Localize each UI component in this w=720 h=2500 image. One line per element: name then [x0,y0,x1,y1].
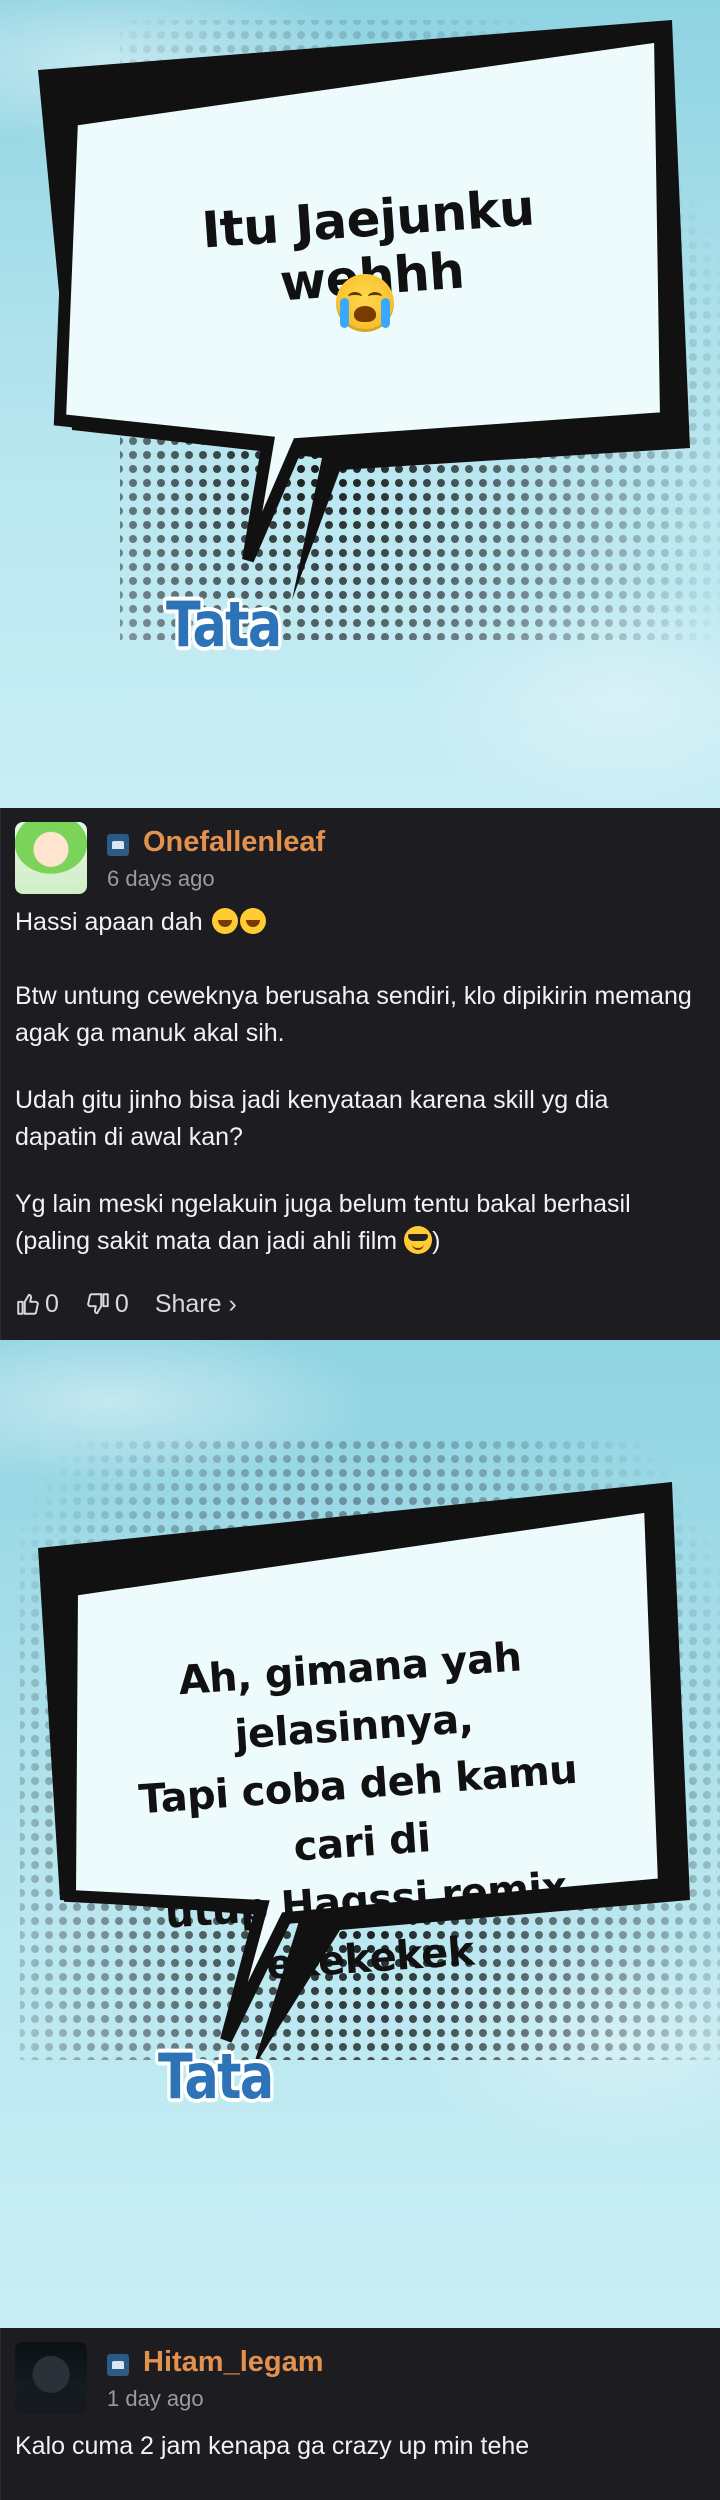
thumbs-down-icon [87,1293,109,1315]
speech-bubble-top [38,20,720,640]
sunglasses-emoji-icon [404,1226,433,1254]
signature-tata: Tata [158,2040,274,2113]
like-count: 0 [45,1289,59,1318]
comic-panel-top: Itu Jaejunku wehhh Tata [0,0,720,808]
comment-card: Onefallenleaf 6 days ago Hassi apaan dah… [0,808,720,1340]
paragraph-end: ) [432,1227,441,1255]
comment-paragraph: Hassi apaan dah [15,904,695,941]
paragraph-text: Hassi apaan dah [15,908,203,936]
comment-timestamp: 1 day ago [107,2386,204,2411]
comment-actions: 0 0 Share › [15,1284,263,1324]
level-badge-icon [107,834,129,856]
comment-paragraph: Udah gitu jinho bisa jadi kenyataan kare… [15,1086,609,1151]
dislike-count: 0 [114,1289,129,1318]
rofl-emoji-icon [211,908,238,934]
comment-paragraph: Btw untung ceweknya berusaha sendiri, kl… [15,982,692,1047]
dislike-button[interactable]: 0 [85,1290,129,1319]
paragraph-text: Yg lain meski ngelakuin juga belum tentu… [15,1190,631,1255]
like-button[interactable]: 0 [15,1290,59,1319]
comment-paragraph: Kalo cuma 2 jam kenapa ga crazy up min t… [15,2432,530,2460]
share-button[interactable]: Share › [155,1290,237,1319]
username-link[interactable]: Hitam_legam [143,2346,324,2379]
username-link[interactable]: Onefallenleaf [143,826,325,859]
avatar[interactable] [15,822,87,894]
comment-card: Hitam_legam 1 day ago Kalo cuma 2 jam ke… [0,2328,720,2500]
comment-timestamp: 6 days ago [107,866,215,891]
level-badge-icon [107,2354,129,2376]
rofl-emoji-icon [239,908,266,934]
crying-emoji-icon [336,274,394,332]
signature-tata: Tata [166,588,282,661]
comic-panel-middle: Ah, gimana yah jelasinnya, Tapi coba deh… [0,1340,720,2328]
comment-paragraph: Yg lain meski ngelakuin juga belum tentu… [15,1186,695,1260]
avatar[interactable] [15,2342,87,2414]
thumbs-up-icon [17,1293,39,1315]
share-label: Share › [154,1289,237,1318]
bubble-text-middle: Ah, gimana yah jelasinnya, Tapi coba deh… [88,1622,631,2005]
